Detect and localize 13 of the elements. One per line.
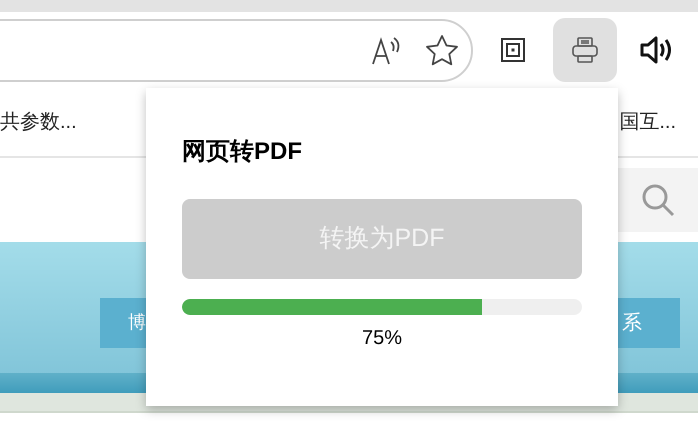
- screen-icon[interactable]: [501, 38, 525, 62]
- nav-button[interactable]: 系: [618, 298, 680, 348]
- favorite-link[interactable]: 共参数...: [0, 107, 77, 137]
- pdf-printer-button[interactable]: [553, 18, 617, 82]
- nav-button[interactable]: 博: [100, 298, 146, 348]
- favorite-link[interactable]: 国互...: [619, 107, 676, 137]
- printer-icon: [571, 36, 599, 64]
- speaker-icon[interactable]: [639, 35, 673, 65]
- search-icon: [641, 183, 675, 217]
- progress-reading: 75%: [362, 326, 402, 351]
- popup-title: 网页转PDF: [182, 137, 303, 167]
- star-icon[interactable]: [425, 34, 459, 66]
- search-box[interactable]: [618, 168, 698, 232]
